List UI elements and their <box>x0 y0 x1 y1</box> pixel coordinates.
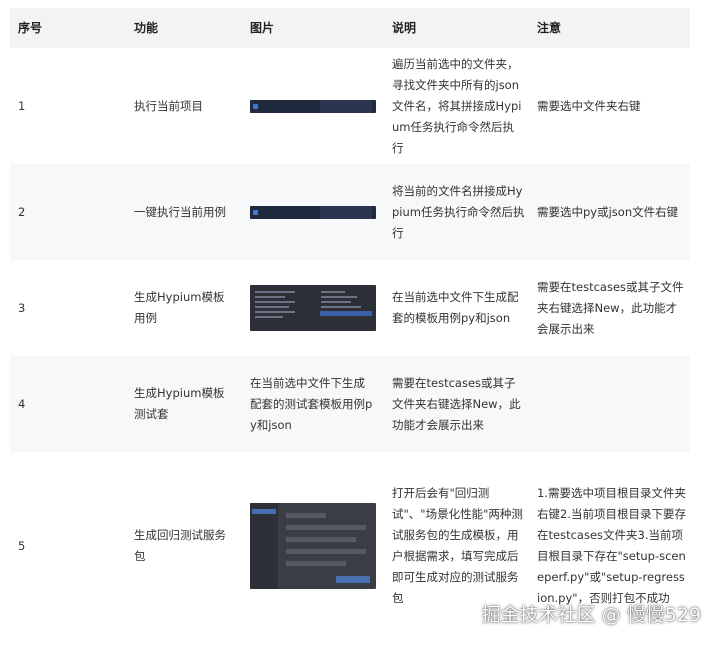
table-row: 2 一键执行当前用例 将当前的文件名拼接成Hypium任务执行命令然后执行 需要… <box>10 164 690 260</box>
row-feature: 生成Hypium模板用例 <box>134 290 225 325</box>
header-image: 图片 <box>250 20 275 35</box>
header-no: 序号 <box>18 20 43 35</box>
row-desc: 需要在testcases或其子文件夹右键选择New，此功能才会展示出来 <box>392 375 521 432</box>
row-feature: 执行当前项目 <box>134 98 203 113</box>
table-row: 1 执行当前项目 遍历当前选中的文件夹，寻找文件夹中所有的json文件名，将其拼… <box>10 48 690 164</box>
row-no: 4 <box>18 396 26 411</box>
row-image: 在当前选中文件下生成配套的测试套模板用例py和json <box>250 375 373 432</box>
row-image <box>242 164 384 260</box>
row-image <box>242 260 384 356</box>
context-menu-screenshot-thumbnail <box>250 285 376 331</box>
row-feature: 生成回归测试服务包 <box>134 528 226 563</box>
row-note: 需要在testcases或其子文件夹右键选择New，此功能才会展示出来 <box>537 279 684 336</box>
row-no: 5 <box>18 538 26 553</box>
row-no: 2 <box>18 204 26 219</box>
row-note <box>531 356 690 452</box>
header-note: 注意 <box>537 20 562 35</box>
header-desc: 说明 <box>392 20 417 35</box>
row-note: 需要选中文件夹右键 <box>537 98 641 113</box>
header-feature: 功能 <box>134 20 159 35</box>
row-no: 3 <box>18 300 26 315</box>
menu-screenshot-thumbnail <box>250 99 376 113</box>
row-image <box>242 48 384 164</box>
table-row: 4 生成Hypium模板测试套 在当前选中文件下生成配套的测试套模板用例py和j… <box>10 356 690 452</box>
dialog-screenshot-thumbnail <box>250 503 376 589</box>
row-desc: 将当前的文件名拼接成Hypium任务执行命令然后执行 <box>392 183 525 240</box>
watermark: 掘金技术社区 @ 慢慢529 <box>481 604 701 626</box>
row-feature: 生成Hypium模板测试套 <box>134 386 225 421</box>
table-header: 序号 功能 图片 说明 注意 <box>10 8 690 48</box>
row-desc: 在当前选中文件下生成配套的模板用例py和json <box>392 290 519 325</box>
feature-table: 序号 功能 图片 说明 注意 1 执行当前项目 遍历当前选中的文件夹，寻找文件夹… <box>10 8 690 640</box>
row-image <box>242 452 384 640</box>
row-note: 需要选中py或json文件右键 <box>537 204 679 219</box>
row-desc: 遍历当前选中的文件夹，寻找文件夹中所有的json文件名，将其拼接成Hypium任… <box>392 56 522 155</box>
row-no: 1 <box>18 98 26 113</box>
row-feature: 一键执行当前用例 <box>134 204 226 219</box>
table-row: 3 生成Hypium模板用例 在当前选中文件下生成配套的模板用例py和json … <box>10 260 690 356</box>
menu-screenshot-thumbnail <box>250 205 376 219</box>
